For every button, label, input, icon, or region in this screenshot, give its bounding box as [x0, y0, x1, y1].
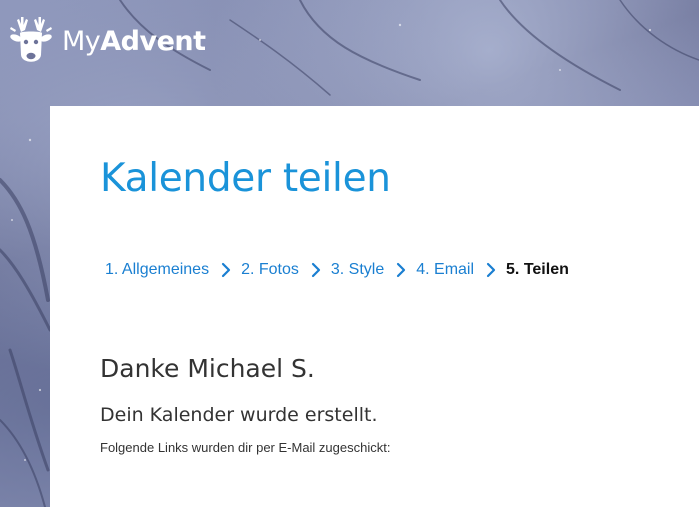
chevron-right-icon: [397, 262, 406, 278]
calendar-created-message: Dein Kalender wurde erstellt.: [100, 404, 378, 426]
chevron-right-icon: [221, 262, 231, 278]
reindeer-icon[interactable]: [8, 15, 54, 67]
step-email[interactable]: 4. Email: [416, 261, 474, 279]
step-allgemeines[interactable]: 1. Allgemeines: [105, 261, 209, 279]
step-fotos[interactable]: 2. Fotos: [241, 261, 299, 279]
step-style[interactable]: 3. Style: [331, 261, 384, 279]
thanks-heading: Danke Michael S.: [100, 354, 315, 383]
page-title: Kalender teilen: [100, 156, 391, 201]
main-card: Kalender teilen 1. Allgemeines 2. Fotos …: [50, 106, 699, 507]
chevron-right-icon: [311, 262, 320, 278]
chevron-right-icon: [486, 262, 496, 278]
email-links-info: Folgende Links wurden dir per E-Mail zug…: [100, 440, 391, 455]
brand-name-light: My: [62, 25, 101, 57]
step-teilen: 5. Teilen: [506, 261, 569, 278]
site-header: MyAdvent: [8, 14, 206, 68]
wizard-steps: 1. Allgemeines 2. Fotos 3. Style 4. Emai…: [105, 261, 569, 279]
brand-name-bold: Advent: [100, 25, 206, 57]
brand-name[interactable]: MyAdvent: [62, 28, 206, 55]
